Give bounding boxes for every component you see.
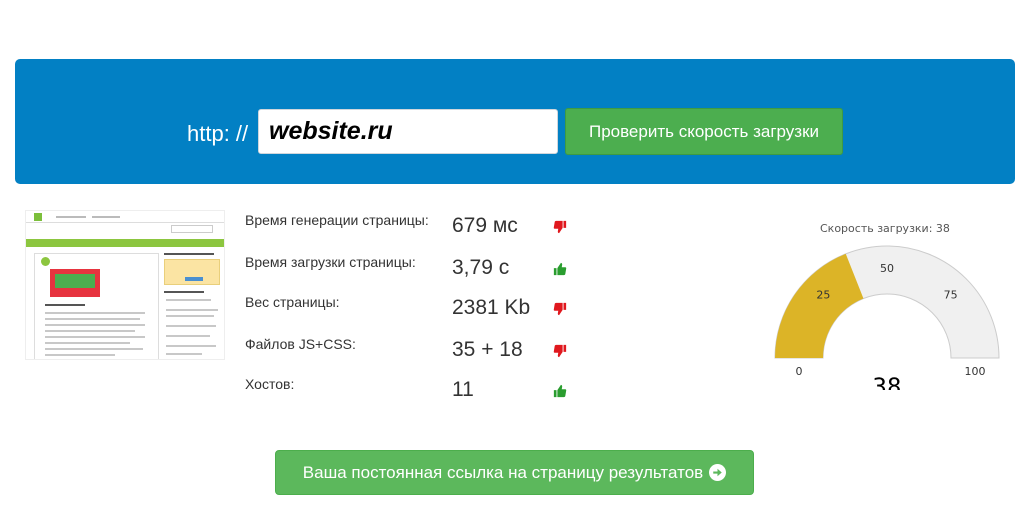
thumbnail-article [34,253,159,359]
thumbnail-sidebar-heading [164,253,214,255]
gauge-min-label: 0 [796,365,803,378]
thumbnail-sidebar-link [166,299,211,301]
thumbnail-text-line [45,312,145,314]
thumbnail-heading [45,304,85,306]
thumbnail-sidebar-link [166,315,214,317]
speed-gauge: 25 50 75 0 100 38 [774,245,1000,390]
thumbs-up-icon [553,262,567,276]
metric-label-hosts: Хостов: [245,376,295,392]
thumbnail-sidebar-heading [164,291,204,293]
metric-label-generation-time: Время генерации страницы: [245,212,429,228]
gauge-value-label: 38 [873,373,902,390]
thumbnail-text-line [45,342,130,344]
thumbnail-sidebar-link [166,309,218,311]
metric-value-generation-time: 679 мс [452,214,518,237]
thumbnail-text-line [45,348,143,350]
thumbnail-sidebar-link [166,353,202,355]
permalink-button-label: Ваша постоянная ссылка на страницу резул… [302,462,704,482]
metric-value-hosts: 11 [452,378,474,401]
thumbnail-search [171,225,213,233]
metric-label-page-weight: Вес страницы: [245,294,340,310]
metric-value-load-time: 3,79 с [452,256,510,279]
thumbnail-text-line [45,336,145,338]
thumbnail-text-line [45,324,145,326]
gauge-tick-label: 50 [880,262,894,275]
gauge-max-label: 100 [965,365,986,378]
thumbs-up-icon [553,384,567,398]
thumbnail-text-line [45,354,115,356]
arrow-circle-right-icon [709,464,727,481]
protocol-label: http: // [187,121,249,146]
url-input[interactable] [258,109,558,154]
thumbs-down-icon [553,220,567,234]
thumbnail-sidebar [164,253,222,359]
thumbnail-sidebar-link [166,335,210,337]
thumbnail-logo [34,213,42,221]
thumbs-down-icon [553,302,567,316]
thumbnail-sidebar-link [166,345,216,347]
thumbnail-text-line [45,330,135,332]
gauge-tick-label: 25 [816,288,830,301]
thumbnail-illustration-inner [55,274,95,288]
metric-label-js-css-files: Файлов JS+CSS: [245,336,356,352]
gauge-tick-label: 75 [944,288,958,301]
thumbnail-text-line [45,318,140,320]
check-speed-button[interactable]: Проверить скорость загрузки [565,108,843,155]
page: http: // Проверить скорость загрузки [0,0,1032,519]
thumbnail-nav-link [56,216,86,218]
metric-value-js-css-files: 35 + 18 [452,338,523,361]
thumbnail-breadcrumb-bar [26,239,224,247]
thumbnail-nav-link [92,216,120,218]
thumbnail-navbar [26,211,224,223]
site-screenshot-thumbnail [25,210,225,360]
thumbnail-badge [41,257,50,266]
url-check-banner: http: // Проверить скорость загрузки [15,59,1015,184]
thumbnail-ad-button [185,277,203,281]
gauge-title: Скорость загрузки: 38 [820,222,950,235]
permalink-button[interactable]: Ваша постоянная ссылка на страницу резул… [275,450,754,495]
thumbnail-sidebar-link [166,325,216,327]
thumbnail-ad-block [164,259,220,285]
metric-value-page-weight: 2381 Kb [452,296,531,319]
metric-label-load-time: Время загрузки страницы: [245,254,416,270]
thumbs-down-icon [553,344,567,358]
